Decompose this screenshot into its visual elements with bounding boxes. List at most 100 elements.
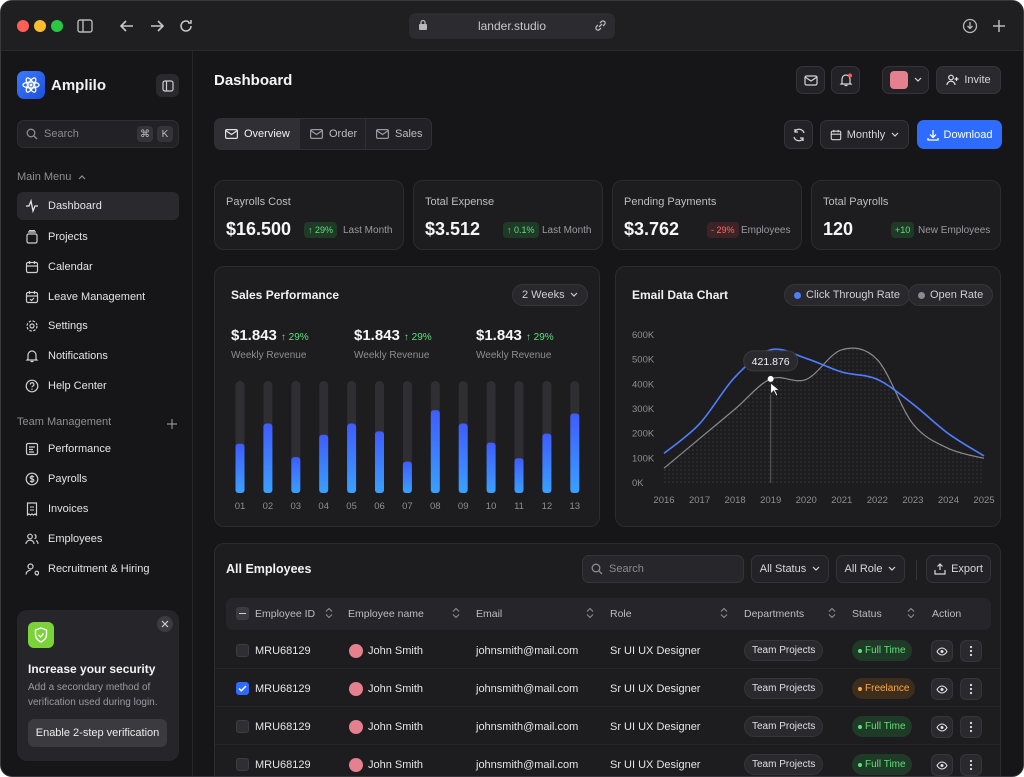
sidebar-search-input[interactable]: Search ⌘ K [17, 120, 179, 148]
main-menu-label[interactable]: Main Menu [17, 171, 86, 183]
sort-icon[interactable] [828, 607, 836, 619]
download-button[interactable]: Download [917, 120, 1002, 149]
address-bar[interactable]: lander.studio [409, 13, 615, 39]
refresh-button[interactable] [784, 120, 813, 149]
sidebar-item-recruitment[interactable]: Recruitment & Hiring [17, 555, 179, 583]
bar[interactable] [486, 442, 496, 493]
mail-icon [225, 129, 238, 139]
col-employee-id[interactable]: Employee ID [255, 608, 315, 620]
tab-sales[interactable]: Sales [366, 119, 432, 149]
bar[interactable] [514, 458, 524, 493]
status-filter-select[interactable]: All Status [751, 555, 829, 583]
cell-employee-name[interactable]: John Smith [368, 683, 423, 695]
sort-icon[interactable] [325, 607, 333, 619]
sidebar-item-leave-management[interactable]: Leave Management [17, 283, 179, 311]
revenue-label: Weekly Revenue [231, 350, 307, 361]
cell-employee-name[interactable]: John Smith [368, 759, 423, 771]
col-departments[interactable]: Departments [744, 608, 804, 620]
row-checkbox[interactable] [236, 758, 249, 771]
sidebar-item-settings[interactable]: Settings [17, 312, 179, 340]
row-checkbox[interactable] [236, 720, 249, 733]
col-status[interactable]: Status [852, 608, 882, 620]
sidebar-item-calendar[interactable]: Calendar [17, 253, 179, 281]
link-icon[interactable] [594, 19, 607, 35]
export-label: Export [951, 563, 983, 575]
cell-email[interactable]: johnsmith@mail.com [476, 721, 578, 733]
bar[interactable] [235, 443, 245, 493]
employees-search-input[interactable]: Search [582, 555, 744, 583]
invite-button[interactable]: Invite [936, 66, 1001, 94]
view-button[interactable] [931, 754, 953, 776]
close-icon[interactable] [157, 616, 173, 632]
view-button[interactable] [931, 678, 953, 700]
cell-employee-name[interactable]: John Smith [368, 645, 423, 657]
row-checkbox[interactable] [236, 682, 249, 695]
more-actions-button[interactable] [960, 754, 982, 776]
sort-icon[interactable] [452, 607, 460, 619]
collapse-sidebar-button[interactable] [156, 74, 179, 97]
view-button[interactable] [931, 716, 953, 738]
sort-icon[interactable] [586, 607, 594, 619]
select-all-checkbox[interactable] [236, 607, 249, 620]
bar[interactable] [458, 423, 468, 493]
stat-label: Total Expense [425, 196, 495, 208]
col-role[interactable]: Role [610, 608, 632, 620]
sidebar-item-notifications[interactable]: Notifications [17, 342, 179, 370]
notifications-button[interactable] [831, 66, 860, 94]
col-employee-name[interactable]: Employee name [348, 608, 424, 620]
download-icon[interactable] [960, 16, 980, 36]
cell-employee-name[interactable]: John Smith [368, 721, 423, 733]
bar[interactable] [570, 413, 580, 493]
sidebar-item-invoices[interactable]: Invoices [17, 495, 179, 523]
legend-click-through-rate[interactable]: Click Through Rate [784, 284, 910, 306]
more-actions-button[interactable] [960, 716, 982, 738]
sidebar-item-dashboard[interactable]: Dashboard [17, 192, 179, 220]
eye-icon [936, 760, 948, 770]
enable-2fa-button[interactable]: Enable 2-step verification [28, 719, 167, 747]
maximize-window-button[interactable] [51, 20, 63, 32]
bar[interactable] [291, 457, 301, 493]
cell-email[interactable]: johnsmith@mail.com [476, 759, 578, 771]
bar[interactable] [347, 423, 357, 493]
sidebar-item-projects[interactable]: Projects [17, 223, 179, 251]
sidebar-toggle-icon[interactable] [75, 16, 95, 36]
revenue-pct-text: 29% [411, 332, 432, 343]
bar[interactable] [319, 434, 329, 493]
close-window-button[interactable] [17, 20, 29, 32]
row-checkbox[interactable] [236, 644, 249, 657]
view-button[interactable] [931, 640, 953, 662]
new-tab-icon[interactable] [989, 16, 1009, 36]
cell-email[interactable]: johnsmith@mail.com [476, 683, 578, 695]
profile-menu-button[interactable] [882, 66, 929, 94]
all-employees-card: All Employees Search All Status All Role… [214, 543, 1001, 776]
sort-icon[interactable] [907, 607, 915, 619]
period-select[interactable]: Monthly [820, 120, 909, 149]
reload-icon[interactable] [176, 16, 196, 36]
minimize-window-button[interactable] [34, 20, 46, 32]
bar[interactable] [542, 433, 552, 493]
export-button[interactable]: Export [926, 555, 991, 583]
more-actions-button[interactable] [960, 640, 982, 662]
bar[interactable] [402, 461, 412, 493]
sidebar-item-payrolls[interactable]: Payrolls [17, 465, 179, 493]
bar[interactable] [263, 423, 273, 493]
forward-arrow-icon[interactable] [147, 16, 167, 36]
range-select[interactable]: 2 Weeks [512, 284, 588, 306]
tab-order[interactable]: Order [300, 119, 366, 149]
sidebar-item-performance[interactable]: Performance [17, 435, 179, 463]
back-arrow-icon[interactable] [117, 16, 137, 36]
mail-button[interactable] [796, 66, 825, 94]
tab-overview[interactable]: Overview [215, 119, 300, 149]
add-team-icon[interactable] [167, 416, 177, 434]
role-filter-select[interactable]: All Role [836, 555, 905, 583]
more-actions-button[interactable] [960, 678, 982, 700]
bar[interactable] [375, 431, 384, 493]
bar[interactable] [430, 410, 440, 493]
sidebar-item-help-center[interactable]: Help Center [17, 372, 179, 400]
sort-icon[interactable] [720, 607, 728, 619]
cell-email[interactable]: johnsmith@mail.com [476, 645, 578, 657]
revenue-value: $1.843 [354, 327, 400, 344]
legend-open-rate[interactable]: Open Rate [908, 284, 994, 306]
col-email[interactable]: Email [476, 608, 502, 620]
sidebar-item-employees[interactable]: Employees [17, 525, 179, 553]
